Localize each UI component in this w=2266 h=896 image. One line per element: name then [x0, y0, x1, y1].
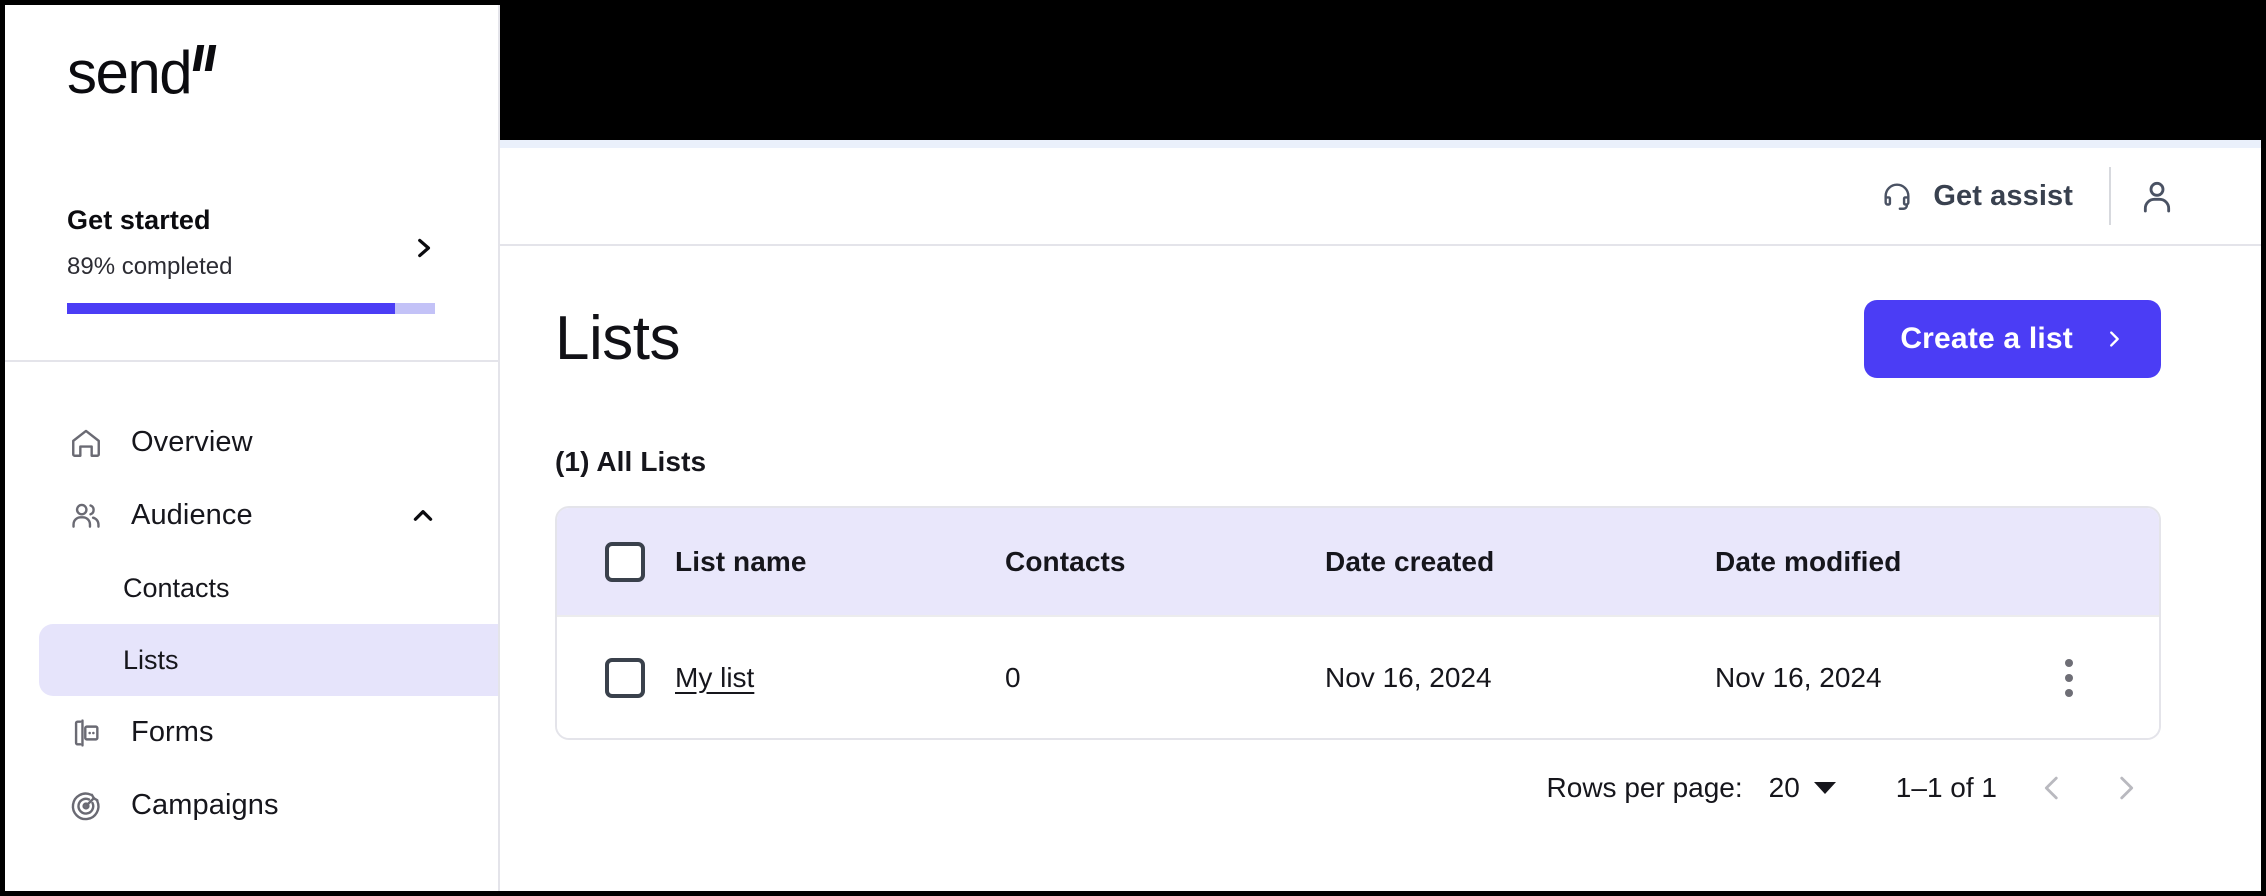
create-a-list-label: Create a list	[1900, 322, 2073, 355]
sidebar-item-lists[interactable]: Lists	[39, 624, 498, 696]
row-actions-menu-icon[interactable]	[2049, 658, 2089, 697]
sidebar-item-label: Overview	[131, 426, 253, 458]
users-icon	[67, 497, 105, 535]
sidebar-item-label: Forms	[131, 716, 214, 748]
sidebar-item-label: Audience	[131, 499, 253, 531]
sidebar-subitem-label: Contacts	[123, 572, 230, 603]
brand-logo-text: send	[67, 39, 193, 106]
cell-list-name: My list	[675, 616, 1005, 738]
app-window: send Get started 89% completed Overview …	[0, 0, 2266, 896]
pagination: Rows per page: 20 1–1 of 1	[555, 740, 2161, 836]
topbar: Get assist	[500, 148, 2261, 246]
table-body: My list 0 Nov 16, 2024 Nov 16, 2024	[557, 616, 2159, 738]
get-started-progress-bar	[67, 303, 435, 314]
lists-table: List name Contacts Date created Date mod…	[557, 508, 2159, 738]
home-icon	[67, 424, 105, 462]
sidebar-item-contacts[interactable]: Contacts	[5, 552, 498, 624]
table-row[interactable]: My list 0 Nov 16, 2024 Nov 16, 2024	[557, 616, 2159, 738]
cell-row-actions	[2049, 616, 2159, 738]
page-title: Lists	[555, 304, 680, 373]
page-header: Lists Create a list	[555, 294, 2161, 384]
rows-per-page-label: Rows per page:	[1546, 772, 1743, 803]
column-header-actions	[2049, 508, 2159, 616]
pagination-range: 1–1 of 1	[1895, 772, 1997, 803]
cell-date-modified: Nov 16, 2024	[1715, 661, 1882, 693]
column-header-date-modified[interactable]: Date modified	[1715, 508, 2049, 616]
rows-per-page-value: 20	[1768, 772, 1800, 803]
sidebar-nav: Overview Audience Contacts Lists Forms C…	[5, 362, 498, 891]
chevron-right-icon[interactable]	[2097, 759, 2155, 817]
top-black-banner	[500, 5, 2261, 140]
logo-slash-marks-icon	[192, 45, 217, 71]
sidebar-item-overview[interactable]: Overview	[5, 406, 498, 479]
banner-bottom-strip	[500, 140, 2261, 148]
column-header-contacts[interactable]: Contacts	[1005, 508, 1325, 616]
chevron-right-icon[interactable]	[410, 235, 436, 261]
all-lists-label: (1) All Lists	[555, 446, 707, 477]
get-started-progress-fill	[67, 303, 395, 314]
column-header-date-created[interactable]: Date created	[1325, 508, 1715, 616]
page-content: Lists Create a list (1) All Lists List n…	[500, 246, 2261, 891]
rows-per-page-select[interactable]: 20	[1769, 772, 1836, 804]
cell-contacts: 0	[1005, 661, 1021, 693]
sidebar-item-forms[interactable]: Forms	[5, 696, 498, 769]
get-assist-label: Get assist	[1933, 179, 2073, 212]
chevron-down-icon	[1813, 782, 1836, 794]
get-started-progress-text: 89% completed	[67, 253, 233, 280]
sidebar-subitem-label: Lists	[123, 644, 179, 675]
chevron-up-icon[interactable]	[410, 503, 436, 529]
select-all-checkbox[interactable]	[605, 541, 645, 582]
sidebar-item-campaigns[interactable]: Campaigns	[5, 769, 498, 842]
row-checkbox[interactable]	[605, 657, 645, 698]
get-started-panel[interactable]: Get started 89% completed	[5, 157, 498, 352]
brand-logo[interactable]: send	[67, 43, 217, 103]
select-all-cell	[557, 508, 675, 616]
user-avatar-icon[interactable]	[2111, 176, 2203, 216]
row-select-cell	[557, 616, 675, 738]
create-a-list-button[interactable]: Create a list	[1864, 300, 2161, 378]
table-head: List name Contacts Date created Date mod…	[557, 508, 2159, 616]
list-name-link[interactable]: My list	[675, 662, 754, 693]
get-assist-button[interactable]: Get assist	[1879, 178, 2109, 214]
lists-table-card: List name Contacts Date created Date mod…	[555, 506, 2161, 740]
sidebar-item-audience[interactable]: Audience	[5, 479, 498, 552]
chevron-right-icon	[2103, 328, 2125, 350]
headset-icon	[1879, 178, 1915, 214]
column-header-list-name[interactable]: List name	[675, 508, 1005, 616]
cell-date-created: Nov 16, 2024	[1325, 661, 1492, 693]
sidebar-item-label: Campaigns	[131, 789, 279, 821]
target-icon	[67, 787, 105, 825]
logo-area: send	[5, 5, 498, 157]
sidebar: send Get started 89% completed Overview …	[5, 5, 500, 891]
main-area: Get assist Lists Create a list (1) All L…	[500, 5, 2261, 891]
chevron-left-icon[interactable]	[2023, 759, 2081, 817]
table-header-row: List name Contacts Date created Date mod…	[557, 508, 2159, 616]
form-icon	[67, 714, 105, 752]
get-started-title: Get started	[67, 205, 211, 235]
